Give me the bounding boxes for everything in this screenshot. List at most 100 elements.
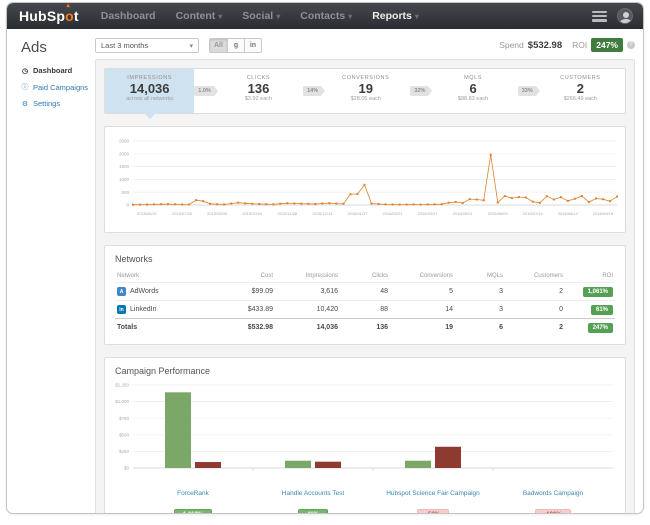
network-filter-group: All g in: [209, 38, 262, 53]
svg-text:2500: 2500: [119, 139, 130, 144]
gauge-icon: ◷: [21, 67, 29, 75]
svg-text:$500: $500: [119, 432, 130, 437]
svg-text:2016/07/10: 2016/07/10: [523, 211, 544, 216]
spend-value: $532.98: [528, 40, 562, 51]
metric-card-impressions[interactable]: IMPRESSIONS 14,036 across all networks: [105, 69, 194, 113]
svg-text:1000: 1000: [119, 177, 130, 182]
chevron-down-icon: [189, 41, 193, 50]
table-row-adwords: AAdWords $99.09 3,616 48 5 3 2 1,061%: [115, 283, 615, 301]
svg-text:$1,250: $1,250: [115, 383, 129, 388]
campaign-link-forcerank[interactable]: ForceRank: [177, 490, 209, 497]
nav-item-content[interactable]: Content: [176, 10, 223, 22]
hamburger-menu-icon[interactable]: [592, 11, 607, 22]
user-avatar[interactable]: [617, 8, 633, 24]
funnel-metrics: IMPRESSIONS 14,036 across all networks 1…: [104, 68, 626, 114]
conversion-rate-badge: 33%: [518, 86, 536, 96]
campaign-link-handle-accounts-test[interactable]: Handle Accounts Test: [282, 490, 344, 497]
conversion-rate-badge: 32%: [410, 86, 428, 96]
svg-text:2016/03/27: 2016/03/27: [418, 211, 439, 216]
conversion-rate-badge: 1.0%: [194, 86, 214, 96]
sidebar-item-dashboard[interactable]: ◷ Dashboard: [21, 66, 91, 75]
conversion-rate-badge: 14%: [303, 86, 321, 96]
table-row-linkedin: inLinkedIn $433.89 10,420 88 14 3 0 61%: [115, 301, 615, 319]
info-icon: ⓘ: [21, 82, 29, 92]
svg-text:2016/05/01: 2016/05/01: [453, 211, 474, 216]
app-window: HubSpot Dashboard Content Social Contact…: [6, 2, 644, 514]
sidebar-item-settings[interactable]: ⚙ Settings: [21, 99, 91, 108]
roi-info-icon[interactable]: ?: [627, 41, 635, 49]
svg-text:2016/06/05: 2016/06/05: [488, 211, 509, 216]
campaign-roi-badge: -100%: [535, 509, 570, 514]
main-content: Last 3 months All g in Spend $532.98 ROI…: [91, 29, 643, 514]
networks-table: Network Cost Impressions Clicks Conversi…: [115, 270, 615, 336]
svg-text:$1,000: $1,000: [115, 399, 129, 404]
nav-item-reports[interactable]: Reports: [372, 10, 419, 22]
impressions-chart-card: 0 500 1000 1500 2000 2500 2015/06/21 2015/07/26…: [104, 126, 626, 233]
svg-text:2016/02/21: 2016/02/21: [383, 211, 404, 216]
metric-card-mqls[interactable]: MQLS 6 $88.83 each: [428, 69, 517, 113]
date-range-select[interactable]: Last 3 months: [95, 38, 199, 53]
filter-linkedin-button[interactable]: in: [245, 38, 262, 53]
campaign-roi-badge: -53%: [417, 509, 449, 514]
networks-title: Networks: [105, 246, 625, 268]
nav-item-social[interactable]: Social: [242, 10, 280, 22]
screen: HubSpot Dashboard Content Social Contact…: [0, 0, 650, 525]
chevron-down-icon: [276, 10, 280, 22]
svg-text:2015/07/26: 2015/07/26: [172, 211, 193, 216]
svg-text:2015/12/13: 2015/12/13: [312, 211, 333, 216]
svg-text:2000: 2000: [119, 151, 130, 156]
filter-all-button[interactable]: All: [209, 38, 228, 53]
filter-google-button[interactable]: g: [228, 38, 245, 53]
svg-text:$750: $750: [119, 416, 130, 421]
svg-text:$250: $250: [119, 449, 130, 454]
svg-text:2015/06/21: 2015/06/21: [137, 211, 158, 216]
impressions-line-chart[interactable]: 0 500 1000 1500 2000 2500 2015/06/21 2015/07/26…: [107, 133, 623, 225]
adwords-link[interactable]: AAdWords: [117, 287, 213, 296]
sidebar-item-paid-campaigns[interactable]: ⓘ Paid Campaigns: [21, 82, 91, 92]
dashboard-panel: IMPRESSIONS 14,036 across all networks 1…: [95, 59, 635, 514]
chevron-down-icon: [415, 10, 419, 22]
campaign-bar-chart[interactable]: $0 $250 $500 $750 $1,000 $1,250: [105, 380, 621, 476]
svg-text:2015/10/04: 2015/10/04: [242, 211, 263, 216]
campaign-performance-card: Campaign Performance $0 $250 $500 $750 $1,00…: [104, 357, 626, 514]
spend-roi-summary: Spend $532.98 ROI 247% ?: [499, 38, 635, 52]
sprocket-icon: o: [65, 8, 74, 24]
chevron-down-icon: [218, 10, 222, 22]
metric-card-clicks[interactable]: CLICKS 136 $3.92 each: [214, 69, 303, 113]
svg-text:500: 500: [121, 190, 129, 195]
toolbar: Last 3 months All g in Spend $532.98 ROI…: [95, 36, 635, 54]
svg-text:1500: 1500: [119, 164, 130, 169]
svg-text:2016/09/18: 2016/09/18: [593, 211, 614, 216]
roi-badge: 1,061%: [583, 287, 613, 297]
svg-text:0: 0: [126, 203, 129, 208]
svg-text:2016/08/14: 2016/08/14: [558, 211, 579, 216]
sidebar: Ads ◷ Dashboard ⓘ Paid Campaigns ⚙ Setti…: [7, 29, 91, 514]
campaign-roi-badge: 41%: [298, 509, 328, 514]
nav-menu: Dashboard Content Social Contacts Report…: [101, 10, 592, 22]
svg-text:2015/08/30: 2015/08/30: [207, 211, 228, 216]
spend-label: Spend: [499, 40, 524, 50]
chevron-down-icon: [348, 10, 352, 22]
campaign-link-science-fair[interactable]: Hubspot Science Fair Campaign: [386, 490, 480, 497]
svg-text:2016/01/17: 2016/01/17: [347, 211, 368, 216]
adwords-icon: A: [117, 287, 126, 296]
metric-card-customers[interactable]: CUSTOMERS 2 $266.49 each: [536, 69, 625, 113]
nav-item-contacts[interactable]: Contacts: [300, 10, 352, 22]
networks-card: Networks Network Cost Impressions Clicks…: [104, 245, 626, 345]
linkedin-icon: in: [117, 305, 126, 314]
linkedin-link[interactable]: inLinkedIn: [117, 305, 213, 314]
hubspot-logo[interactable]: HubSpot: [19, 8, 79, 24]
logo-text: HubSp: [19, 8, 65, 24]
campaign-performance-title: Campaign Performance: [105, 358, 625, 380]
svg-text:$0: $0: [124, 466, 130, 471]
table-row-totals: Totals $532.98 14,036 136 19 6 2 247%: [115, 319, 615, 337]
campaign-link-badwords[interactable]: Badwords Campaign: [523, 490, 583, 497]
logo-text-end: t: [74, 8, 79, 24]
roi-badge: 247%: [588, 323, 613, 333]
svg-text:2015/11/08: 2015/11/08: [277, 211, 297, 216]
metric-card-conversions[interactable]: CONVERSIONS 19 $28.05 each: [321, 69, 410, 113]
campaign-labels: ForceRank Handle Accounts Test Hubspot S…: [105, 482, 625, 500]
roi-badge: 247%: [591, 38, 623, 52]
page-title: Ads: [21, 39, 91, 56]
nav-item-dashboard[interactable]: Dashboard: [101, 10, 156, 22]
